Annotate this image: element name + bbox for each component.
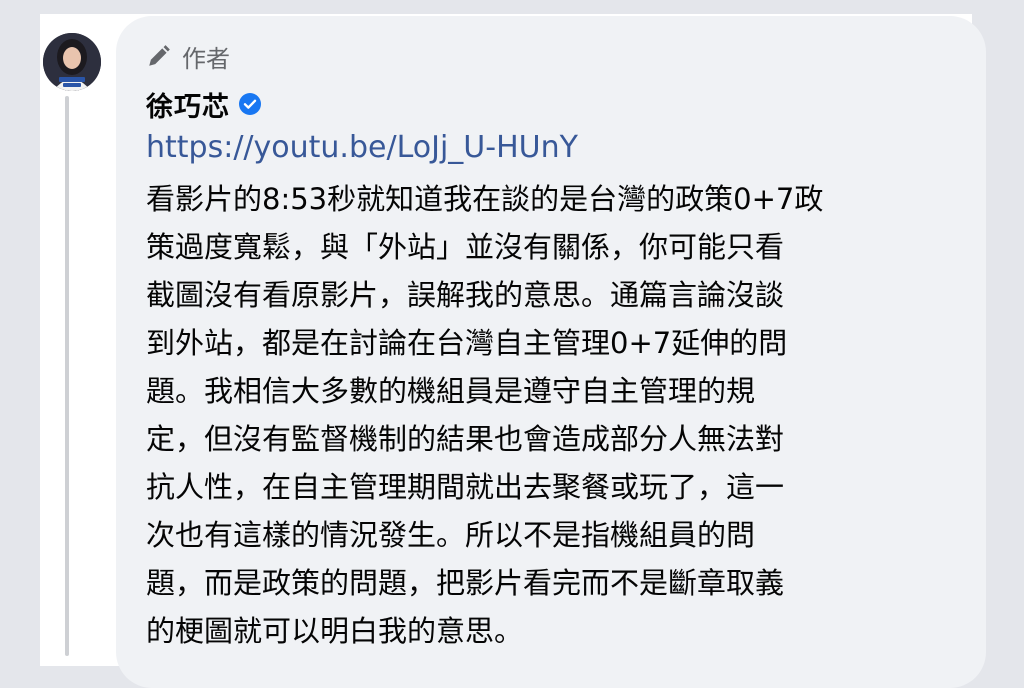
author-badge-label: 作者 (182, 44, 230, 73)
pencil-icon (149, 45, 170, 66)
verified-badge (238, 92, 262, 116)
comment-body-line: 看影片的8:53秒就知道我在談的是台灣的政策0+7政 (146, 182, 824, 216)
comment-body-line: 次也有這樣的情況發生。所以不是指機組員的問 (146, 518, 756, 552)
comment-body-line: 策過度寬鬆，與「外站」並沒有關係，你可能只看 (146, 230, 785, 264)
comment-body-line: 的梗圖就可以明白我的意思。 (146, 614, 524, 648)
avatar[interactable] (43, 33, 101, 91)
comment-body-line: 截圖沒有看原影片，誤解我的意思。通篇言論沒談 (146, 278, 785, 312)
youtube-link[interactable]: https://youtu.be/LoJj_U-HUnY (146, 128, 578, 168)
comment-body-line: 到外站，都是在討論在台灣自主管理0+7延伸的問 (146, 326, 788, 360)
author-row: 徐巧芯 (146, 84, 262, 124)
comment-body-line: 題，而是政策的問題，把影片看完而不是斷章取義 (146, 566, 785, 600)
comment-body: 看影片的8:53秒就知道我在談的是台灣的政策0+7政 策過度寬鬆，與「外站」並沒… (146, 175, 972, 655)
comment-body-line: 題。我相信大多數的機組員是遵守自主管理的規 (146, 374, 756, 408)
thread-line (65, 96, 69, 656)
comment-body-line: 抗人性，在自主管理期間就出去聚餐或玩了，這一 (146, 470, 785, 504)
avatar-image (43, 33, 101, 91)
verified-badge-icon (239, 93, 261, 115)
comment-body-line: 定，但沒有監督機制的結果也會造成部分人無法對 (146, 422, 785, 456)
author-badge: 作者 (146, 40, 230, 73)
author-name[interactable]: 徐巧芯 (146, 85, 230, 124)
